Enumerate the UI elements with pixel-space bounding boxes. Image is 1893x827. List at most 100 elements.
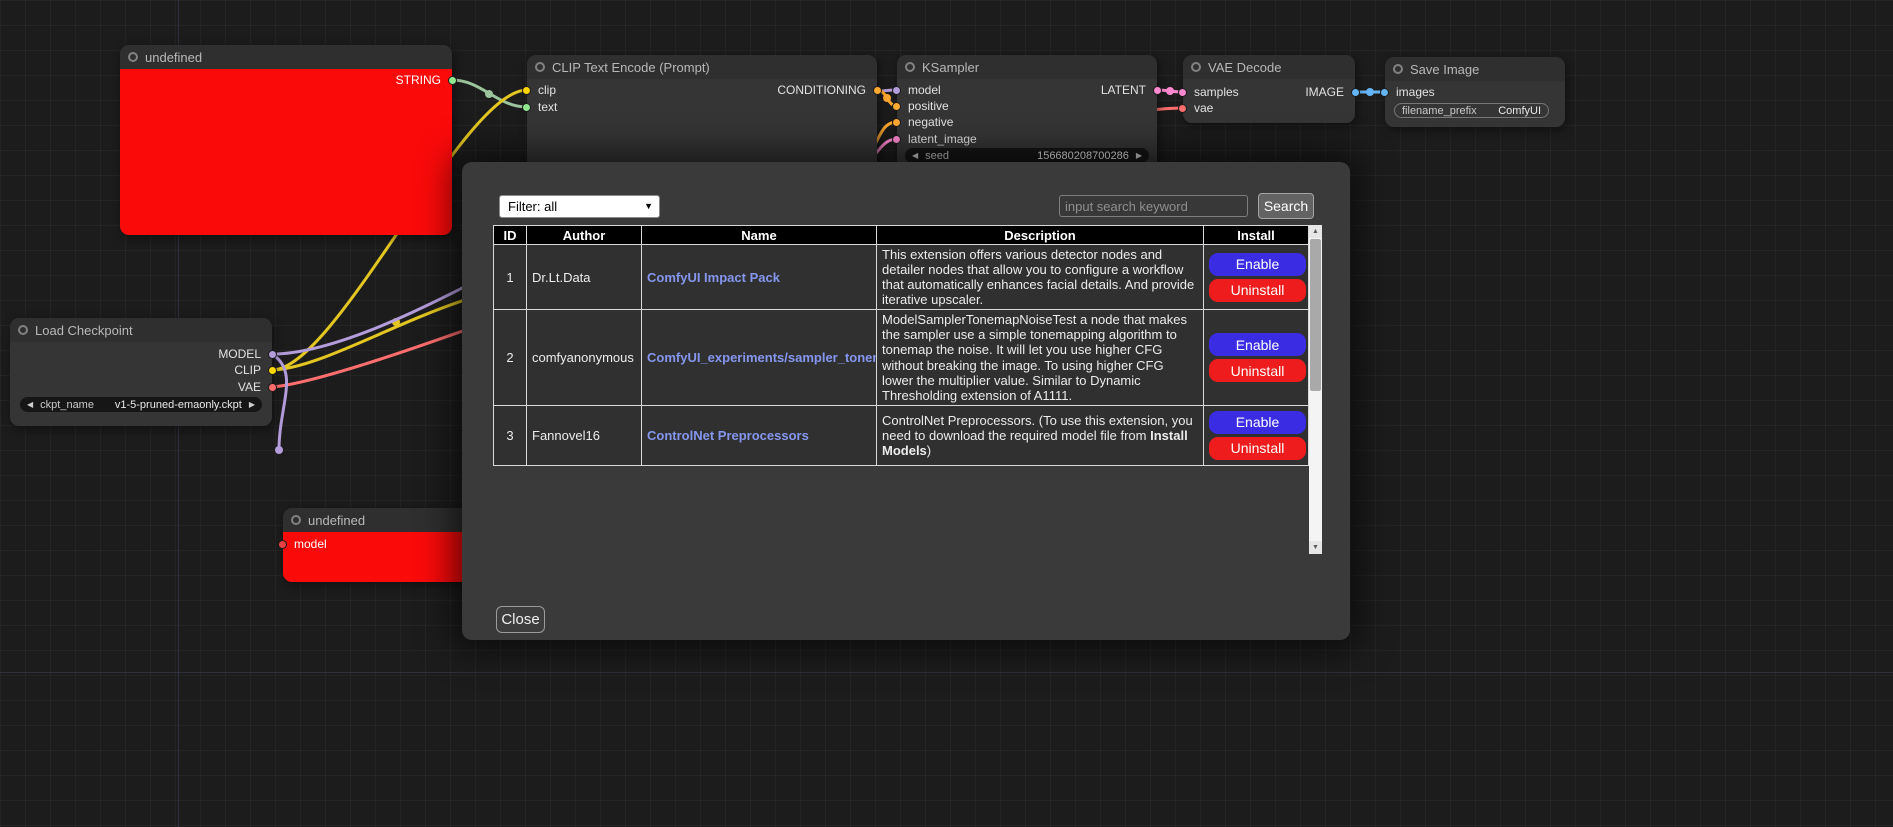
input-slot-negative: negative — [897, 115, 1157, 129]
node-title: Save Image — [1410, 62, 1479, 77]
search-input[interactable] — [1059, 195, 1248, 217]
node-header[interactable]: CLIP Text Encode (Prompt) — [527, 55, 877, 79]
prev-option-icon[interactable]: ◀ — [27, 397, 33, 412]
ext-name-link[interactable]: ComfyUI_experiments/sampler_tonemap — [647, 350, 877, 365]
canvas-axis-horizontal — [0, 672, 1893, 673]
uninstall-button[interactable]: Uninstall — [1209, 359, 1306, 382]
ext-id: 2 — [494, 310, 527, 405]
node-header[interactable]: undefined — [120, 45, 452, 69]
slot-dot-positive[interactable] — [892, 102, 901, 111]
table-row: 2 comfyanonymous ComfyUI_experiments/sam… — [494, 310, 1309, 405]
output-slot-model: MODEL — [10, 347, 272, 361]
ext-name-link[interactable]: ComfyUI Impact Pack — [647, 270, 780, 285]
filename-prefix-widget[interactable]: filename_prefix ComfyUI — [1394, 103, 1549, 118]
node-header[interactable]: Save Image — [1385, 57, 1565, 81]
output-slot-latent: LATENT — [897, 83, 1157, 97]
table-scrollbar[interactable]: ▲ ▼ — [1309, 225, 1322, 554]
ext-description-text: ) — [927, 443, 931, 458]
node-collapse-icon[interactable] — [128, 52, 138, 62]
input-slot-text: text — [527, 100, 877, 114]
node-collapse-icon[interactable] — [18, 325, 28, 335]
ext-description-text: ControlNet Preprocessors. (To use this e… — [882, 413, 1193, 443]
wire-dot — [883, 94, 891, 102]
column-header-id: ID — [494, 226, 527, 245]
graph-canvas[interactable]: undefined STRING CLIP Text Encode (Promp… — [0, 0, 1893, 827]
slot-dot-model[interactable] — [278, 540, 287, 549]
slot-dot-vae[interactable] — [1178, 104, 1187, 113]
node-header[interactable]: VAE Decode — [1183, 55, 1355, 79]
node-vae-decode[interactable]: VAE Decode samples vae IMAGE — [1183, 55, 1355, 123]
slot-dot-model[interactable] — [268, 350, 277, 359]
enable-button[interactable]: Enable — [1209, 411, 1306, 434]
node-title: undefined — [308, 513, 365, 528]
wire-dot — [1166, 87, 1174, 95]
output-slot-conditioning: CONDITIONING — [527, 83, 877, 97]
search-button[interactable]: Search — [1258, 193, 1314, 219]
node-title: undefined — [145, 50, 202, 65]
scroll-up-icon[interactable]: ▲ — [1309, 225, 1322, 238]
next-option-icon[interactable]: ▶ — [249, 397, 255, 412]
uninstall-button[interactable]: Uninstall — [1209, 279, 1306, 302]
output-slot-image: IMAGE — [1183, 85, 1355, 99]
output-slot-string: STRING — [120, 73, 452, 87]
ext-name-link[interactable]: ControlNet Preprocessors — [647, 428, 809, 443]
ext-id: 1 — [494, 245, 527, 310]
node-title: Load Checkpoint — [35, 323, 133, 338]
node-collapse-icon[interactable] — [291, 515, 301, 525]
table-row: 3 Fannovel16 ControlNet Preprocessors Co… — [494, 405, 1309, 465]
node-collapse-icon[interactable] — [905, 62, 915, 72]
ext-description: This extension offers various detector n… — [877, 245, 1204, 310]
column-header-author: Author — [527, 226, 642, 245]
table-header-row: ID Author Name Description Install — [494, 226, 1309, 245]
uninstall-button[interactable]: Uninstall — [1209, 437, 1306, 460]
slot-dot-latent-image[interactable] — [892, 135, 901, 144]
ext-author: Fannovel16 — [527, 405, 642, 465]
node-title: KSampler — [922, 60, 979, 75]
input-slot-latent-image: latent_image — [897, 132, 1157, 146]
node-load-checkpoint[interactable]: Load Checkpoint MODEL CLIP VAE ◀ ckpt_na… — [10, 318, 272, 426]
scroll-down-icon[interactable]: ▼ — [1309, 541, 1322, 554]
slot-dot-image[interactable] — [1351, 88, 1360, 97]
close-button[interactable]: Close — [496, 606, 545, 633]
column-header-install: Install — [1204, 226, 1309, 245]
node-collapse-icon[interactable] — [1191, 62, 1201, 72]
input-slot-positive: positive — [897, 99, 1157, 113]
output-slot-vae: VAE — [10, 380, 272, 394]
ckpt-name-widget[interactable]: ◀ ckpt_name v1-5-pruned-emaonly.ckpt ▶ — [20, 397, 262, 412]
scrollbar-thumb[interactable] — [1310, 239, 1321, 391]
enable-button[interactable]: Enable — [1209, 333, 1306, 356]
node-header[interactable]: Load Checkpoint — [10, 318, 272, 342]
slot-dot-clip[interactable] — [268, 366, 277, 375]
slot-dot-vae[interactable] — [268, 383, 277, 392]
filter-select[interactable]: Filter: all — [499, 195, 660, 218]
node-ksampler[interactable]: KSampler model positive negative latent_… — [897, 55, 1157, 170]
wire-dot — [1366, 88, 1374, 96]
wire-dot — [392, 318, 400, 326]
slot-dot-conditioning[interactable] — [873, 86, 882, 95]
wire-string-to-text — [452, 80, 527, 107]
decrement-icon[interactable]: ◀ — [912, 148, 918, 163]
slot-dot-latent[interactable] — [1153, 86, 1162, 95]
node-header[interactable]: KSampler — [897, 55, 1157, 79]
node-collapse-icon[interactable] — [1393, 64, 1403, 74]
node-save-image[interactable]: Save Image images filename_prefix ComfyU… — [1385, 57, 1565, 127]
output-slot-clip: CLIP — [10, 363, 272, 377]
slot-dot-images[interactable] — [1380, 88, 1389, 97]
manager-dialog: Filter: all ▼ Search ID Author Name Desc… — [462, 162, 1350, 640]
node-undefined-top[interactable]: undefined STRING — [120, 45, 452, 235]
node-collapse-icon[interactable] — [535, 62, 545, 72]
wire-dot — [275, 446, 283, 454]
table-row: 1 Dr.Lt.Data ComfyUI Impact Pack This ex… — [494, 245, 1309, 310]
increment-icon[interactable]: ▶ — [1136, 148, 1142, 163]
node-title: VAE Decode — [1208, 60, 1281, 75]
enable-button[interactable]: Enable — [1209, 253, 1306, 276]
ext-author: Dr.Lt.Data — [527, 245, 642, 310]
column-header-name: Name — [642, 226, 877, 245]
column-header-description: Description — [877, 226, 1204, 245]
ext-description: ControlNet Preprocessors. (To use this e… — [877, 405, 1204, 465]
slot-dot-negative[interactable] — [892, 118, 901, 127]
seed-widget[interactable]: ◀ seed 156680208700286 ▶ — [905, 148, 1149, 163]
slot-dot-string[interactable] — [448, 76, 457, 85]
slot-dot-text[interactable] — [522, 103, 531, 112]
ext-author: comfyanonymous — [527, 310, 642, 405]
